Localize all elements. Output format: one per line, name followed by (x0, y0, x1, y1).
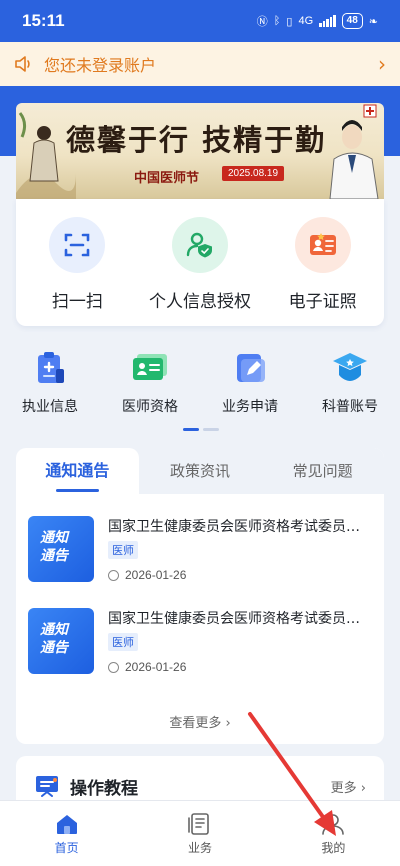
notice-thumbnail: 通知 通告 (28, 516, 94, 582)
nav-label: 首页 (54, 841, 79, 855)
nav-business[interactable]: 业务 (133, 801, 266, 866)
user-shield-icon (172, 217, 228, 273)
tutorial-title: 操作教程 (70, 778, 138, 799)
graduation-cap-icon (330, 350, 370, 386)
news-tag: 医师 (108, 541, 138, 559)
vibrate-icon: ▯ (286, 15, 293, 28)
tab-faq[interactable]: 常见问题 (261, 448, 384, 494)
hero-banner[interactable]: 德馨于行 技精于勤 中国医师节 2025.08.19 (16, 103, 384, 199)
business-icon (188, 813, 209, 835)
clock-icon (108, 661, 119, 673)
profile-icon (322, 814, 345, 835)
leaf-icon: ❧ (368, 15, 378, 28)
service-label: 医师资格 (122, 399, 178, 415)
quick-action-label: 电子证照 (288, 292, 357, 312)
login-text: 您还未登录账户 (44, 56, 157, 75)
news-list-item[interactable]: 通知 通告 国家卫生健康委员会医师资格考试委员会公告 医师 2026-01-26 (28, 608, 372, 678)
tutorial-more-label: 更多 (330, 780, 357, 796)
edit-doc-icon (230, 350, 270, 386)
clipboard-icon (30, 350, 70, 386)
services-grid: 执业信息 医师资格 业务申请 科普账号 (0, 350, 400, 420)
chevron-right-icon: › (360, 780, 366, 796)
service-science-account[interactable]: 科普账号 (300, 350, 400, 420)
quick-action-e-license[interactable]: 电子证照 (261, 199, 384, 326)
speaker-icon (15, 56, 30, 72)
news-date-row: 2026-01-26 (108, 660, 186, 674)
view-more-link[interactable]: 查看更多 › (16, 712, 384, 731)
news-title: 国家卫生健康委员会医师资格考试委员会公告 (108, 611, 372, 627)
tab-notices[interactable]: 通知通告 (16, 448, 139, 494)
quick-action-label: 个人信息授权 (149, 292, 251, 312)
service-label: 执业信息 (22, 399, 78, 415)
service-label: 科普账号 (322, 399, 378, 415)
page-indicator (183, 428, 219, 431)
chevron-right-icon: › (378, 52, 386, 76)
nfc-icon: Ⓝ (256, 16, 268, 28)
login-banner[interactable]: 您还未登录账户 › (0, 42, 400, 86)
quick-action-scan[interactable]: 扫一扫 (16, 199, 139, 326)
service-doctor-qualification[interactable]: 医师资格 (100, 350, 200, 420)
bottom-nav: 首页 业务 我的 (0, 800, 400, 866)
page-dot-active (183, 428, 199, 431)
status-icons: Ⓝ ᛒ ▯ 4G 48 ❧ (257, 13, 378, 29)
thumb-text-line: 通告 (40, 640, 68, 656)
news-title: 国家卫生健康委员会医师资格考试委员会公告 (108, 519, 372, 535)
scan-icon (49, 217, 106, 273)
chevron-right-icon: › (225, 716, 231, 731)
doctor-illustration (329, 104, 379, 199)
status-bar: 15:11 Ⓝ ᛒ ▯ 4G 48 ❧ (0, 0, 400, 42)
news-tabs: 通知通告 政策资讯 常见问题 (16, 448, 384, 494)
service-label: 业务申请 (222, 399, 278, 415)
news-tag: 医师 (108, 633, 138, 651)
nav-label: 我的 (321, 841, 346, 855)
nav-home[interactable]: 首页 (0, 801, 133, 866)
quick-action-info-auth[interactable]: 个人信息授权 (139, 199, 262, 326)
quick-actions-card: 扫一扫 个人信息授权 电子证照 (16, 199, 384, 326)
news-list-item[interactable]: 通知 通告 国家卫生健康委员会医师资格考试委员会公告 医师 2026-01-26 (28, 516, 372, 586)
presentation-icon (36, 776, 58, 797)
home-icon (56, 815, 77, 834)
battery-icon: 48 (341, 13, 363, 29)
quick-action-label: 扫一扫 (51, 292, 103, 312)
news-date: 2026-01-26 (125, 568, 187, 582)
page-dot (203, 428, 219, 431)
thumb-text-line: 通知 (40, 622, 68, 638)
news-date: 2026-01-26 (125, 660, 187, 674)
service-practice-info[interactable]: 执业信息 (0, 350, 100, 420)
thumb-text-line: 通知 (40, 530, 68, 546)
license-icon (294, 217, 351, 273)
hero-date: 2025.08.19 (222, 166, 285, 181)
signal-icon (319, 15, 336, 27)
news-card: 通知通告 政策资讯 常见问题 通知 通告 国家卫生健康委员会医师资格考试委员会公… (16, 448, 384, 744)
notice-thumbnail: 通知 通告 (28, 608, 94, 674)
status-time: 15:11 (22, 11, 65, 30)
clock-icon (108, 569, 119, 581)
view-more-label: 查看更多 (169, 716, 222, 731)
network-label: 4G (298, 15, 314, 27)
news-date-row: 2026-01-26 (108, 568, 186, 582)
thumb-text-line: 通告 (40, 548, 68, 564)
hero-festival: 中国医师节 (134, 171, 200, 186)
nav-profile[interactable]: 我的 (267, 801, 400, 866)
id-card-icon (130, 350, 170, 386)
bluetooth-icon: ᛒ (273, 15, 281, 27)
service-business-apply[interactable]: 业务申请 (200, 350, 300, 420)
tab-policy[interactable]: 政策资讯 (139, 448, 262, 494)
tutorial-more-link[interactable]: 更多 › (331, 777, 366, 796)
hero-title: 德馨于行 技精于勤 (66, 123, 327, 157)
nav-label: 业务 (187, 841, 212, 855)
